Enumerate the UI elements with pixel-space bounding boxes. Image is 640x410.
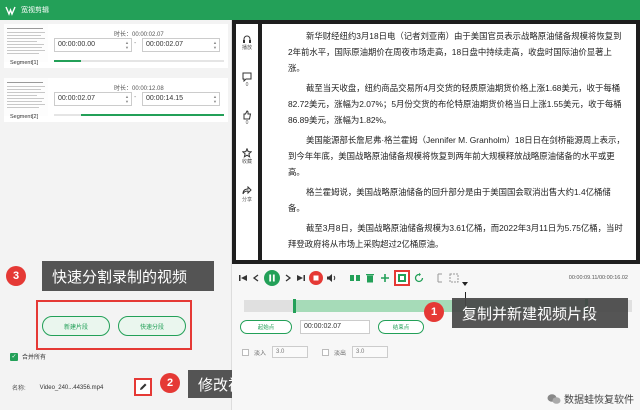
quick-split-button[interactable]: 快速分段 <box>118 316 186 336</box>
segment-label: Segment[2] <box>10 114 39 120</box>
sidebar-item-favorite[interactable]: 收藏 <box>236 148 258 165</box>
fade-in-row: 淡入 3.0 <box>242 346 309 358</box>
set-end-label: 结束点 <box>392 325 410 331</box>
split-icon[interactable] <box>349 272 361 284</box>
checkbox-checked-icon: ✓ <box>10 352 18 361</box>
fade-out-value[interactable]: 3.0 <box>352 346 389 358</box>
headphones-icon <box>243 35 251 43</box>
title-bar: 宽视剪辑 <box>0 0 640 20</box>
prev-frame-icon[interactable] <box>251 273 261 283</box>
segment-duration: 时长：00:00:12.08 <box>114 86 164 92</box>
doc-paragraph: 截至3月8日，美国战略原油储备规模为3.61亿桶，而2022年3月11日为5.7… <box>288 223 623 249</box>
callout-1: 复制并新建视频片段 <box>452 298 628 328</box>
set-end-button[interactable]: 结束点 <box>378 320 424 334</box>
doc-paragraph: 格兰霍姆说，美国战略原油储备的回升部分是由于美国国会取消出售大约1.4亿桶储备。 <box>288 187 611 213</box>
segment-item-1[interactable]: Segment[1] 时长：00:00:02.07 00:00:00.00 ▲ ▼ … <box>4 24 228 68</box>
segment-start-time[interactable]: 00:00:00.00 ▲ ▼ <box>54 38 132 52</box>
volume-icon[interactable] <box>326 273 338 283</box>
mark-out-icon[interactable] <box>449 273 459 283</box>
callout-2-badge: 2 <box>160 373 180 393</box>
time-display: 00:00:09.11/00:00:16.02 <box>568 275 628 281</box>
add-icon[interactable] <box>379 272 391 284</box>
callout-1-badge: 1 <box>424 302 444 322</box>
start-time-field[interactable]: 00:00:02.07 <box>300 320 370 334</box>
playback-toolbar <box>238 270 462 286</box>
window-title: 宽视剪辑 <box>21 7 49 14</box>
doc-paragraph: 截至当天收盘，纽约商品交易所4月交货的轻质原油期货价格上涨1.68美元，收于每桶… <box>288 83 622 125</box>
set-start-label: 起始点 <box>257 325 275 331</box>
segment-thumbnail <box>4 78 48 116</box>
callout-3-badge: 3 <box>6 266 26 286</box>
callout-3: 快速分割录制的视频 <box>42 261 214 291</box>
document-content: 新华财经纽约3月18日电（记者刘亚南）由于美国官员表示战略原油储备规模将恢复到2… <box>262 24 636 260</box>
segment-end-time[interactable]: 00:00:02.07 ▲ ▼ <box>142 38 220 52</box>
new-segment-button[interactable]: 新建片段 <box>42 316 110 336</box>
file-name-label: 名称: <box>12 386 26 392</box>
fade-out-checkbox[interactable] <box>322 348 329 356</box>
app-logo-icon <box>5 5 16 16</box>
fade-in-label: 淡入 <box>254 350 267 357</box>
range-start-handle[interactable] <box>293 299 297 313</box>
doc-paragraph: 美国能源部长詹尼弗·格兰霍姆（Jennifer M. Granholm）18日日… <box>288 135 625 177</box>
delete-icon[interactable] <box>364 272 376 284</box>
fade-in-value[interactable]: 3.0 <box>272 346 309 358</box>
thumbs-up-icon <box>243 110 252 120</box>
mark-in-icon[interactable] <box>436 273 446 283</box>
merge-all-label: 合并所有 <box>22 355 47 361</box>
merge-all-checkbox[interactable]: ✓ 合并所有 <box>10 352 46 361</box>
share-icon <box>242 186 252 195</box>
star-icon <box>242 148 252 158</box>
pencil-icon <box>140 383 147 390</box>
fade-in-checkbox[interactable] <box>242 348 249 356</box>
player-controls: 00:00:09.11/00:00:16.02 起始点 00:00:02.07 … <box>232 264 640 410</box>
next-frame-icon[interactable] <box>283 273 293 283</box>
doc-paragraph: 新华财经纽约3月18日电（记者刘亚南）由于美国官员表示战略原油储备规模将恢复到2… <box>288 31 622 73</box>
document-sidebar: 播放 0 0 收藏 分享 <box>236 24 258 260</box>
segment-start-time[interactable]: 00:00:02.07 ▲ ▼ <box>54 92 132 106</box>
rename-button[interactable] <box>134 378 152 396</box>
segment-label: Segment[1] <box>10 60 39 66</box>
segment-end-time[interactable]: 00:00:14.15 ▲ ▼ <box>142 92 220 106</box>
comment-icon <box>242 72 252 82</box>
file-name-value: Video_240...44356.mp4 <box>39 384 104 391</box>
segment-item-2[interactable]: Segment[2] 时长：00:00:12.08 00:00:02.07 ▲ ▼ … <box>4 78 228 122</box>
skip-end-icon[interactable] <box>296 273 306 283</box>
wechat-logo-icon <box>547 393 561 404</box>
copy-segment-button[interactable] <box>394 270 410 286</box>
fade-out-label: 淡出 <box>334 350 347 357</box>
watermark: 数据蛙恢复软件 <box>547 391 634 406</box>
sidebar-item-play[interactable]: 播放 <box>236 34 258 51</box>
pause-button[interactable] <box>264 270 280 286</box>
segment-range-bar <box>54 60 224 62</box>
reset-icon[interactable] <box>413 272 425 284</box>
video-preview[interactable]: 播放 0 0 收藏 分享 新华财经纽约3月18日电（记者刘亚南）由于美国官员表示… <box>232 20 640 264</box>
fade-out-row: 淡出 3.0 <box>322 346 389 358</box>
file-name-row: 名称: Video_240...44356.mp4 <box>12 383 104 393</box>
stop-button[interactable] <box>309 271 323 285</box>
segment-range-bar <box>54 114 224 116</box>
skip-start-icon[interactable] <box>238 273 248 283</box>
segment-thumbnail <box>4 24 48 62</box>
sidebar-item-comment[interactable]: 0 <box>236 72 258 88</box>
segment-duration: 时长：00:00:02.07 <box>114 32 164 38</box>
set-start-button[interactable]: 起始点 <box>240 320 292 334</box>
sidebar-item-like[interactable]: 0 <box>236 110 258 126</box>
sidebar-item-share[interactable]: 分享 <box>236 186 258 203</box>
